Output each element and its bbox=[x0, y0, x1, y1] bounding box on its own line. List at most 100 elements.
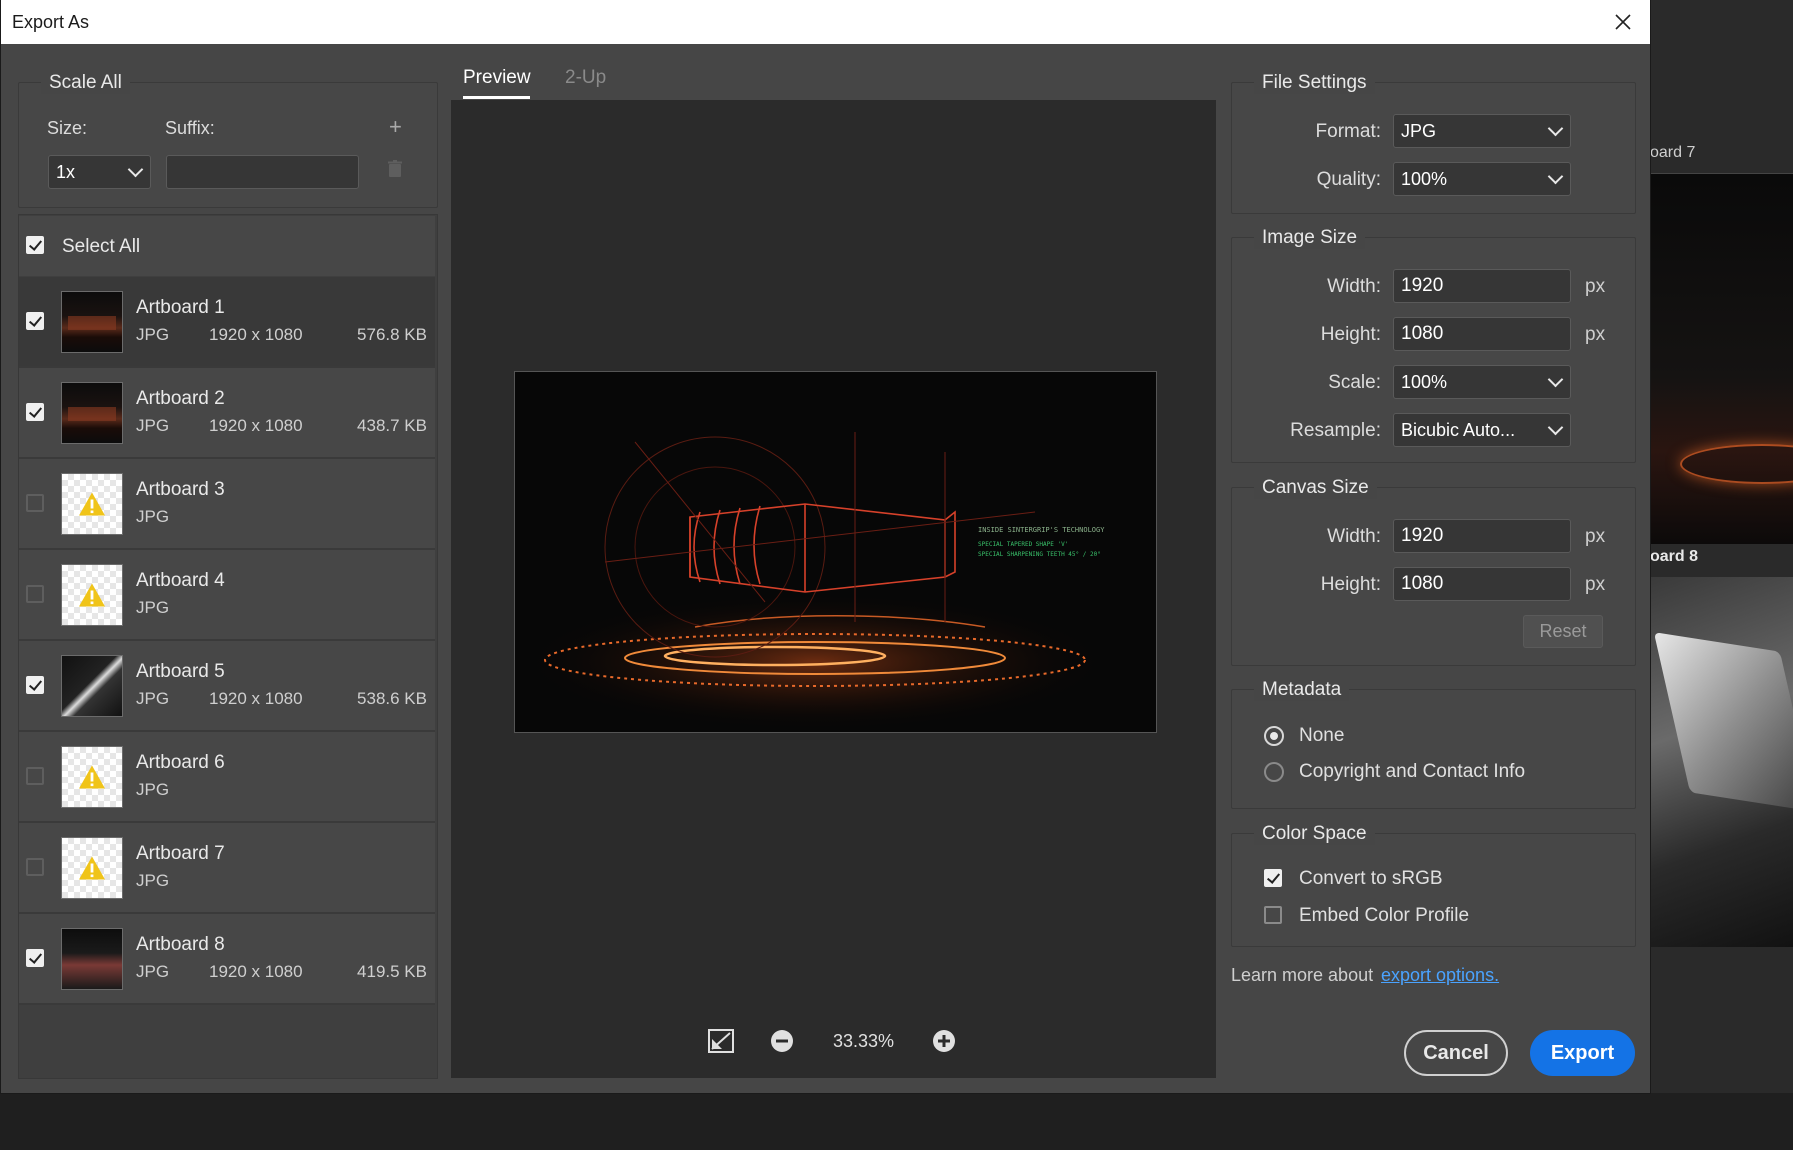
artboard-thumbnail bbox=[61, 746, 123, 808]
artboard-row[interactable]: Artboard 7 JPG bbox=[19, 823, 435, 914]
warning-icon bbox=[79, 765, 105, 789]
canvas-width-unit: px bbox=[1585, 526, 1606, 547]
metadata-none-label: None bbox=[1299, 725, 1345, 746]
artboard-name: Artboard 3 bbox=[136, 479, 225, 500]
format-select[interactable]: JPG bbox=[1393, 114, 1571, 148]
export-as-dialog: Export As Scale All Size: Suffix: + 1x S… bbox=[1, 0, 1650, 1093]
artboard-format: JPG bbox=[136, 780, 170, 799]
artboard-name: Artboard 1 bbox=[136, 297, 225, 318]
canvas-height-unit: px bbox=[1585, 574, 1606, 595]
add-scale-icon[interactable]: + bbox=[389, 114, 402, 140]
overlay-line-3: SPECIAL SHARPENING TEETH 45° / 20° bbox=[978, 551, 1101, 558]
warning-icon bbox=[79, 856, 105, 880]
metadata-copyright-radio[interactable] bbox=[1264, 762, 1284, 782]
warning-icon bbox=[79, 583, 105, 607]
artboard-thumbnail bbox=[61, 928, 123, 990]
overlay-line-2: SPECIAL TAPERED SHAPE 'V' bbox=[978, 541, 1068, 548]
image-height-unit: px bbox=[1585, 324, 1606, 345]
metadata-none-radio[interactable] bbox=[1264, 726, 1284, 746]
artboard-dimensions: 1920 x 1080 bbox=[209, 416, 303, 435]
scale-all-group bbox=[18, 82, 438, 208]
overlay-title-text: INSIDE SINTERGRIP'S TECHNOLOGY bbox=[978, 526, 1105, 534]
convert-srgb-checkbox[interactable] bbox=[1264, 869, 1282, 887]
resample-select[interactable]: Bicubic Auto... bbox=[1393, 413, 1571, 447]
resample-select-value: Bicubic Auto... bbox=[1401, 420, 1516, 440]
artboard-format: JPG bbox=[136, 416, 170, 435]
color-space-legend: Color Space bbox=[1254, 823, 1375, 845]
artboard-checkbox[interactable] bbox=[26, 494, 44, 512]
scale-select-value: 100% bbox=[1401, 372, 1448, 392]
artboard-row[interactable]: Artboard 2 JPG 1920 x 1080 438.7 KB bbox=[19, 368, 435, 459]
canvas-height-input[interactable]: 1080 bbox=[1393, 567, 1571, 601]
export-options-link[interactable]: export options. bbox=[1381, 965, 1499, 986]
image-width-input[interactable]: 1920 bbox=[1393, 269, 1571, 303]
scale-all-legend: Scale All bbox=[41, 72, 130, 94]
artboard-thumbnail bbox=[61, 564, 123, 626]
quality-select-value: 100% bbox=[1401, 169, 1448, 189]
quality-select[interactable]: 100% bbox=[1393, 162, 1571, 196]
artboard-row[interactable]: Artboard 4 JPG bbox=[19, 550, 435, 641]
background-artboard-8 bbox=[1650, 577, 1793, 947]
cancel-button[interactable]: Cancel bbox=[1404, 1030, 1508, 1076]
suffix-input[interactable] bbox=[166, 155, 359, 189]
tab-2-up[interactable]: 2-Up bbox=[565, 67, 606, 89]
artboard-dimensions: 1920 x 1080 bbox=[209, 689, 303, 708]
dialog-title: Export As bbox=[12, 12, 90, 32]
chevron-down-icon bbox=[1547, 168, 1564, 185]
artboard-thumbnail bbox=[61, 473, 123, 535]
artboard-checkbox[interactable] bbox=[26, 676, 44, 694]
artboard-file-size: 576.8 KB bbox=[357, 325, 427, 344]
chevron-down-icon bbox=[1547, 120, 1564, 137]
suffix-label: Suffix: bbox=[165, 118, 215, 138]
artboard-format: JPG bbox=[136, 962, 170, 981]
artboard-checkbox[interactable] bbox=[26, 858, 44, 876]
close-icon[interactable] bbox=[1609, 8, 1637, 36]
tab-preview[interactable]: Preview bbox=[463, 67, 531, 89]
background-artboard-7-label: oard 7 bbox=[1650, 144, 1696, 161]
artboard-checkbox[interactable] bbox=[26, 312, 44, 330]
trash-icon[interactable] bbox=[387, 160, 403, 178]
image-height-label: Height: bbox=[1320, 324, 1381, 345]
preview-image: INSIDE SINTERGRIP'S TECHNOLOGY SPECIAL T… bbox=[514, 371, 1157, 733]
image-width-unit: px bbox=[1585, 276, 1606, 297]
reset-button[interactable]: Reset bbox=[1523, 615, 1603, 648]
embed-profile-checkbox[interactable] bbox=[1264, 906, 1282, 924]
canvas-width-input[interactable]: 1920 bbox=[1393, 519, 1571, 553]
artboard-checkbox[interactable] bbox=[26, 585, 44, 603]
artboard-checkbox[interactable] bbox=[26, 767, 44, 785]
artboard-row[interactable]: Artboard 3 JPG bbox=[19, 459, 435, 550]
chevron-down-icon bbox=[127, 161, 144, 178]
learn-more-text: Learn more about bbox=[1231, 965, 1374, 985]
zoom-in-icon[interactable] bbox=[932, 1029, 956, 1053]
artboard-format: JPG bbox=[136, 598, 170, 617]
artboard-checkbox[interactable] bbox=[26, 949, 44, 967]
resample-label: Resample: bbox=[1290, 420, 1381, 441]
artboard-row[interactable]: Artboard 1 JPG 1920 x 1080 576.8 KB bbox=[19, 277, 435, 368]
artboard-thumbnail bbox=[61, 382, 123, 444]
fit-to-view-icon[interactable] bbox=[708, 1029, 734, 1053]
select-all-checkbox[interactable] bbox=[26, 236, 44, 254]
artboard-row[interactable]: Artboard 5 JPG 1920 x 1080 538.6 KB bbox=[19, 641, 435, 732]
export-button[interactable]: Export bbox=[1530, 1030, 1635, 1076]
image-width-label: Width: bbox=[1327, 276, 1381, 297]
canvas-size-legend: Canvas Size bbox=[1254, 477, 1377, 499]
image-height-input[interactable]: 1080 bbox=[1393, 317, 1571, 351]
artboard-checkbox[interactable] bbox=[26, 403, 44, 421]
workspace-bottom-bar bbox=[0, 1093, 1793, 1150]
zoom-out-icon[interactable] bbox=[770, 1029, 794, 1053]
warning-icon bbox=[79, 492, 105, 516]
background-artboard-8-label: oard 8 bbox=[1650, 548, 1699, 565]
zoom-level: 33.33% bbox=[833, 1031, 895, 1051]
artboard-name: Artboard 6 bbox=[136, 752, 225, 773]
color-space-group bbox=[1231, 833, 1636, 947]
artboard-row[interactable]: Artboard 6 JPG bbox=[19, 732, 435, 823]
select-all-label: Select All bbox=[62, 236, 141, 257]
chevron-down-icon bbox=[1547, 371, 1564, 388]
artboard-row[interactable]: Artboard 8 JPG 1920 x 1080 419.5 KB bbox=[19, 914, 435, 1005]
size-select[interactable]: 1x bbox=[48, 155, 151, 189]
quality-label: Quality: bbox=[1316, 169, 1381, 190]
artboard-format: JPG bbox=[136, 871, 170, 890]
artboard-file-size: 419.5 KB bbox=[357, 962, 427, 981]
size-label: Size: bbox=[47, 118, 88, 138]
scale-select[interactable]: 100% bbox=[1393, 365, 1571, 399]
